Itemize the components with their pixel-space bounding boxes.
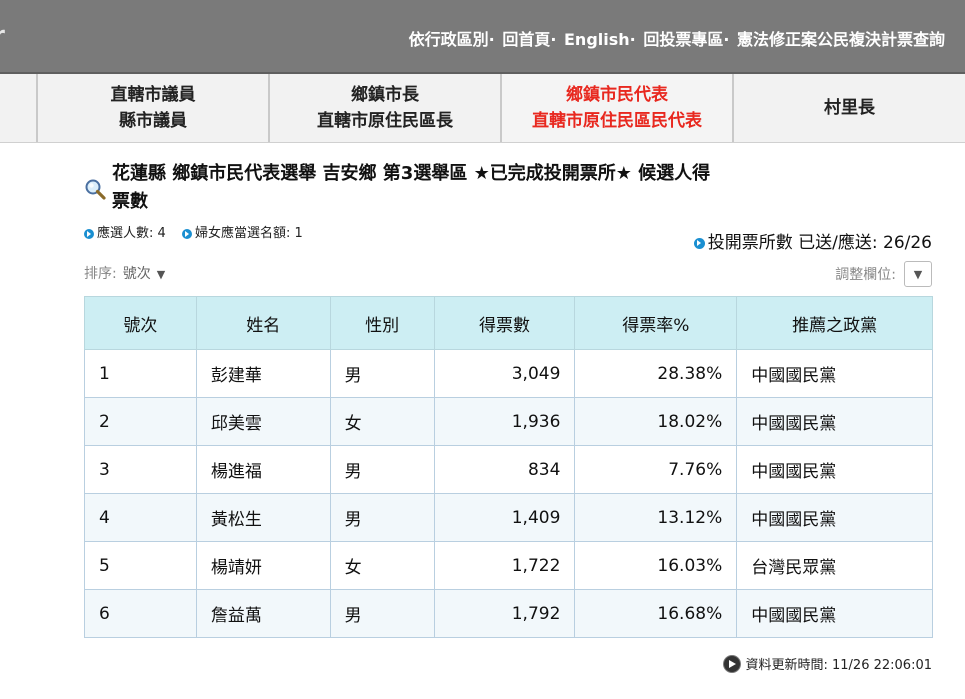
tab-label-line2: 直轄市原住民區民代表 bbox=[532, 111, 702, 131]
column-adjust: 調整欄位: ▼ bbox=[835, 261, 932, 287]
cell-party: 中國國民黨 bbox=[736, 349, 933, 398]
cell-name: 黃松生 bbox=[195, 493, 331, 542]
table-row: 4 黃松生 男 1,409 13.12% 中國國民黨 bbox=[84, 493, 933, 542]
link-by-district[interactable]: 依行政區別· bbox=[409, 30, 495, 49]
cell-rate: 18.02% bbox=[574, 397, 738, 446]
sort-label: 排序: bbox=[84, 266, 117, 282]
link-english[interactable]: English· bbox=[564, 30, 636, 49]
bullet-icon bbox=[181, 228, 192, 239]
cell-rate: 28.38% bbox=[574, 349, 738, 398]
cell-rate: 16.68% bbox=[574, 589, 738, 638]
tab-label-line2: 直轄市原住民區長 bbox=[317, 111, 453, 131]
cell-party: 中國國民黨 bbox=[736, 445, 933, 494]
women-quota-info: 婦女應當選名額: 1 bbox=[181, 226, 303, 241]
bullet-icon bbox=[693, 237, 705, 249]
cell-number: 2 bbox=[84, 397, 197, 446]
update-time-text: 資料更新時間: 11/26 22:06:01 bbox=[745, 658, 933, 673]
col-name[interactable]: 姓名 bbox=[195, 296, 331, 350]
sort-value[interactable]: 號次 bbox=[123, 266, 151, 282]
cell-party: 中國國民黨 bbox=[736, 589, 933, 638]
station-count: 投開票所數 已送/應送: 26/26 bbox=[693, 228, 932, 253]
cell-gender: 女 bbox=[329, 541, 435, 590]
search-icon bbox=[85, 179, 106, 200]
cell-votes: 1,936 bbox=[433, 397, 576, 446]
cell-name: 楊進福 bbox=[195, 445, 331, 494]
seats-info: 應選人數: 4 bbox=[84, 226, 166, 241]
col-party[interactable]: 推薦之政黨 bbox=[736, 296, 933, 350]
cell-votes: 1,722 bbox=[433, 541, 576, 590]
table-row: 6 詹益萬 男 1,792 16.68% 中國國民黨 bbox=[84, 589, 933, 638]
col-votes[interactable]: 得票數 bbox=[433, 296, 576, 350]
cell-name: 彭建華 bbox=[195, 349, 331, 398]
cell-party: 中國國民黨 bbox=[736, 397, 933, 446]
cell-name: 詹益萬 bbox=[195, 589, 331, 638]
cell-votes: 3,049 bbox=[433, 349, 576, 398]
cell-rate: 13.12% bbox=[574, 493, 738, 542]
election-meta: 應選人數: 4 婦女應當選名額: 1 bbox=[84, 222, 315, 241]
nav-left-stub bbox=[0, 74, 36, 142]
col-rate[interactable]: 得票率% bbox=[574, 296, 738, 350]
bullet-icon bbox=[84, 228, 94, 239]
cell-gender: 男 bbox=[329, 493, 435, 542]
cell-gender: 男 bbox=[329, 445, 435, 494]
column-adjust-label: 調整欄位: bbox=[835, 267, 896, 283]
cell-name: 邱美雲 bbox=[195, 397, 331, 446]
cell-number: 4 bbox=[84, 493, 197, 542]
cell-votes: 1,409 bbox=[433, 493, 576, 542]
tab-city-councilor[interactable]: 直轄市議員 縣市議員 bbox=[36, 74, 268, 142]
link-voting-area[interactable]: 回投票專區· bbox=[643, 30, 729, 49]
tab-label-line2: 縣市議員 bbox=[119, 111, 187, 131]
cell-party: 台灣民眾黨 bbox=[736, 541, 933, 590]
results-table: 號次 姓名 性別 得票數 得票率% 推薦之政黨 1 彭建華 男 3,049 28… bbox=[84, 296, 933, 638]
cell-votes: 1,792 bbox=[433, 589, 576, 638]
play-icon bbox=[723, 655, 740, 672]
cell-gender: 男 bbox=[329, 349, 435, 398]
tab-label-line1: 直轄市議員 bbox=[110, 85, 196, 105]
cell-party: 中國國民黨 bbox=[736, 493, 933, 542]
link-home[interactable]: 回首頁· bbox=[502, 30, 556, 49]
tab-label-line1: 鄉鎮市長 bbox=[351, 85, 419, 105]
top-bar: r 依行政區別· 回首頁· English· 回投票專區· 憲法修正案公民複決計… bbox=[0, 0, 965, 74]
cell-number: 5 bbox=[84, 541, 197, 590]
tab-township-mayor[interactable]: 鄉鎮市長 直轄市原住民區長 bbox=[268, 74, 500, 142]
tab-village-chief[interactable]: 村里長 bbox=[732, 74, 965, 142]
table-header-row: 號次 姓名 性別 得票數 得票率% 推薦之政黨 bbox=[84, 296, 933, 350]
cell-number: 3 bbox=[84, 445, 197, 494]
caret-down-icon[interactable]: ▼ bbox=[157, 268, 165, 281]
sort-control[interactable]: 排序: 號次 ▼ bbox=[84, 263, 165, 283]
cell-votes: 834 bbox=[433, 445, 576, 494]
top-links: 依行政區別· 回首頁· English· 回投票專區· 憲法修正案公民複決計票查… bbox=[407, 26, 945, 50]
cell-rate: 16.03% bbox=[574, 541, 738, 590]
col-number[interactable]: 號次 bbox=[84, 296, 197, 350]
tab-label-line1: 村里長 bbox=[824, 98, 875, 118]
column-adjust-button[interactable]: ▼ bbox=[904, 261, 932, 287]
table-row: 5 楊靖妍 女 1,722 16.03% 台灣民眾黨 bbox=[84, 541, 933, 590]
update-time: 資料更新時間: 11/26 22:06:01 bbox=[723, 654, 933, 673]
tab-township-representative[interactable]: 鄉鎮市民代表 直轄市原住民區民代表 bbox=[500, 74, 732, 142]
caret-down-icon: ▼ bbox=[913, 267, 923, 281]
table-row: 2 邱美雲 女 1,936 18.02% 中國國民黨 bbox=[84, 397, 933, 446]
page-title: 花蓮縣 鄉鎮市民代表選舉 吉安鄉 第3選舉區 ★已完成投開票所★ 候選人得票數 bbox=[112, 163, 711, 212]
election-type-nav: 直轄市議員 縣市議員 鄉鎮市長 直轄市原住民區長 鄉鎮市民代表 直轄市原住民區民… bbox=[0, 74, 965, 143]
link-referendum[interactable]: 憲法修正案公民複決計票查詢 bbox=[737, 30, 945, 49]
cell-gender: 女 bbox=[329, 397, 435, 446]
logo: r bbox=[0, 22, 8, 50]
tab-label-line1: 鄉鎮市民代表 bbox=[566, 85, 668, 105]
cell-name: 楊靖妍 bbox=[195, 541, 331, 590]
cell-number: 6 bbox=[84, 589, 197, 638]
cell-number: 1 bbox=[84, 349, 197, 398]
col-gender[interactable]: 性別 bbox=[329, 296, 435, 350]
table-row: 1 彭建華 男 3,049 28.38% 中國國民黨 bbox=[84, 349, 933, 398]
table-row: 3 楊進福 男 834 7.76% 中國國民黨 bbox=[84, 445, 933, 494]
cell-gender: 男 bbox=[329, 589, 435, 638]
cell-rate: 7.76% bbox=[574, 445, 738, 494]
